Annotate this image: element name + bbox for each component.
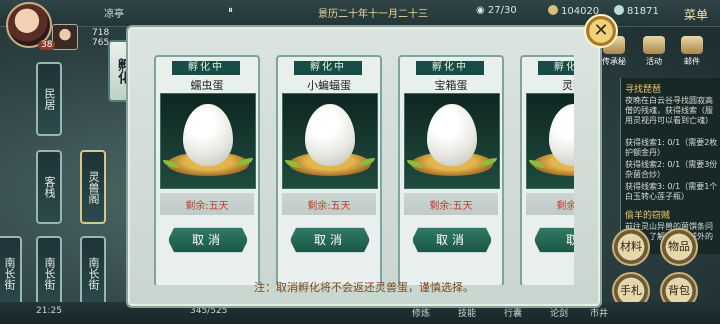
cancel-hatch-button[interactable]: 取 xyxy=(534,227,574,253)
map-node-residence[interactable]: 民居 xyxy=(36,62,62,136)
cancel-hatch-button[interactable]: 取消 xyxy=(290,227,370,253)
hatch-status-badge: 孵化中 xyxy=(172,61,240,75)
map-node-south-street-2[interactable]: 南长街 xyxy=(36,236,62,310)
mail-label: 邮件 xyxy=(684,57,700,66)
cancel-hatch-button[interactable]: 取消 xyxy=(168,227,248,253)
items-button[interactable]: 物品 xyxy=(660,228,698,266)
materials-button[interactable]: 材料 xyxy=(612,228,650,266)
coin-icon xyxy=(548,5,558,15)
remaining-time: 剩余:五天 xyxy=(429,201,473,212)
map-node-inn[interactable]: 客栈 xyxy=(36,150,62,224)
hatch-status-badge: 孵化中 xyxy=(538,61,574,75)
egg-icon xyxy=(183,104,233,166)
quest-title-1[interactable]: 寻找琵琶 xyxy=(625,82,661,95)
nav-cultivate[interactable]: 修炼 xyxy=(412,306,430,319)
jade-counter: 81871 xyxy=(614,5,659,17)
remaining-row: 剩余:五天 xyxy=(282,193,376,215)
jade-icon xyxy=(614,5,624,15)
egg-card: 孵化中 小蝙蝠蛋 剩余:五天 取消 xyxy=(276,55,382,285)
stamina-icon: ◉ xyxy=(476,5,488,16)
remaining-row: 剩余:五天 xyxy=(404,193,498,215)
inheritance-label: 传承秘 xyxy=(602,57,626,66)
menu-button[interactable]: 菜单 xyxy=(684,6,708,23)
hatching-dialog: 孵化中 蠕虫蛋 剩余:五天 取消 孵化中 小蝙蝠蛋 剩余:五天 取消 孵化中 宝… xyxy=(128,27,600,306)
egg-icon xyxy=(427,104,477,166)
mail-icon xyxy=(681,36,703,54)
nav-luggage[interactable]: 行囊 xyxy=(504,306,522,319)
map-node-beast-pavilion[interactable]: 灵兽阁 xyxy=(80,150,106,224)
remaining-time: 剩余:五 xyxy=(556,201,574,212)
egg-card: 孵化中 灵獸 剩余:五 取 xyxy=(520,55,574,285)
stamina-counter: ◉ 27/30 xyxy=(476,5,517,16)
cancel-warning-note: 注：取消孵化将不会返还灵兽蛋，谨慎选择。 xyxy=(254,281,474,294)
nav-market[interactable]: 市井 xyxy=(590,306,608,319)
remaining-row: 剩余:五 xyxy=(526,193,574,215)
activity-button[interactable]: 活动 xyxy=(640,36,668,67)
hatch-status-badge: 孵化中 xyxy=(416,61,484,75)
quest-clue-2: 获得线索2: 0/1（需要3份杂菌合炒） xyxy=(625,160,718,179)
game-date: 景历二十年十一月二十三 xyxy=(318,9,428,20)
egg-image xyxy=(526,93,574,189)
close-icon: ✕ xyxy=(593,20,609,41)
quest-desc-1: 夜晚在白云谷寻找圆寂高僧的残魂，获得线索（服用灵视丹可以看到亡魂） xyxy=(625,96,713,125)
map-node-south-street-1[interactable]: 南长街 xyxy=(0,236,22,310)
jade-value: 81871 xyxy=(627,6,659,17)
quest-clue-1: 获得线索1: 0/1（需要2枚护额金丹） xyxy=(625,138,718,157)
clock: 21:25 xyxy=(36,306,62,316)
stamina-value: 27/30 xyxy=(487,5,517,16)
gift-icon xyxy=(643,36,665,54)
quest-title-2[interactable]: 偷羊的窃贼 xyxy=(625,208,670,221)
player-level: 38 xyxy=(38,40,56,50)
player-hp: 718 xyxy=(92,28,110,38)
pause-icon[interactable]: ⏸ xyxy=(228,5,233,16)
companion-avatar[interactable] xyxy=(52,24,78,50)
remaining-time: 剩余:五天 xyxy=(185,201,229,212)
mail-button[interactable]: 邮件 xyxy=(678,36,706,67)
egg-card: 孵化中 蠕虫蛋 剩余:五天 取消 xyxy=(154,55,260,285)
egg-name: 宝箱蛋 xyxy=(434,79,468,92)
egg-image xyxy=(282,93,378,189)
player-mp: 765 xyxy=(92,38,110,48)
nav-skills[interactable]: 技能 xyxy=(458,306,476,319)
map-node-south-street-3[interactable]: 南长街 xyxy=(80,236,106,310)
remaining-time: 剩余:五天 xyxy=(307,201,351,212)
remaining-row: 剩余:五天 xyxy=(160,193,254,215)
hatch-status-badge: 孵化中 xyxy=(294,61,362,75)
egg-icon xyxy=(305,104,355,166)
nav-duel[interactable]: 论剑 xyxy=(550,306,568,319)
egg-name: 小蝙蝠蛋 xyxy=(307,79,351,92)
exp-counter: 345/525 xyxy=(190,306,228,316)
egg-name: 蠕虫蛋 xyxy=(190,79,224,92)
egg-image xyxy=(404,93,500,189)
money-counter: 104020 xyxy=(548,5,599,17)
egg-name: 灵獸 xyxy=(562,79,574,92)
location-label: 凉亭 xyxy=(104,9,124,20)
egg-card: 孵化中 宝箱蛋 剩余:五天 取消 xyxy=(398,55,504,285)
quest-clue-3: 获得线索3: 0/1（需要1个白玉转心莲子瓶） xyxy=(625,182,718,201)
cancel-hatch-button[interactable]: 取消 xyxy=(412,227,492,253)
egg-card-list[interactable]: 孵化中 蠕虫蛋 剩余:五天 取消 孵化中 小蝙蝠蛋 剩余:五天 取消 孵化中 宝… xyxy=(154,55,574,285)
close-button[interactable]: ✕ xyxy=(584,14,618,48)
activity-label: 活动 xyxy=(646,57,662,66)
egg-image xyxy=(160,93,256,189)
